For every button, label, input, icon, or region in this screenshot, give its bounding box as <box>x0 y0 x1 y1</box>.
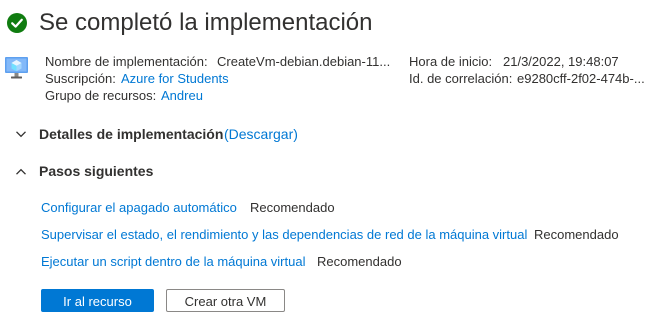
virtual-machine-icon <box>5 57 28 79</box>
subscription-label: Suscripción: <box>45 71 116 86</box>
resource-group-link[interactable]: Andreu <box>161 87 203 104</box>
correlation-id-value: e9280cff-2f02-474b-... <box>517 71 645 86</box>
chevron-up-icon[interactable] <box>15 166 27 178</box>
start-time-value: 21/3/2022, 19:48:07 <box>503 54 619 69</box>
download-link[interactable]: (Descargar) <box>224 126 298 143</box>
deployment-name-label: Nombre de implementación: <box>45 54 208 69</box>
start-time-label: Hora de inicio: <box>409 54 493 69</box>
recommended-badge: Recomendado <box>534 227 619 242</box>
deployment-details-toggle[interactable]: Detalles de implementación <box>39 125 223 143</box>
deployment-name-value: CreateVm-debian.debian-11... <box>217 54 391 69</box>
next-steps-toggle[interactable]: Pasos siguientes <box>39 162 153 180</box>
check-circle-icon <box>7 13 27 33</box>
next-step-link-auto-shutdown[interactable]: Configurar el apagado automático <box>41 199 237 216</box>
resource-group-label: Grupo de recursos: <box>45 88 157 103</box>
next-step-link-monitor[interactable]: Supervisar el estado, el rendimiento y l… <box>41 226 527 243</box>
recommended-badge: Recomendado <box>317 254 402 269</box>
next-step-link-run-script[interactable]: Ejecutar un script dentro de la máquina … <box>41 253 305 270</box>
recommended-badge: Recomendado <box>250 200 335 215</box>
page-title: Se completó la implementación <box>39 9 373 36</box>
subscription-link[interactable]: Azure for Students <box>121 70 229 87</box>
chevron-down-icon[interactable] <box>15 128 27 140</box>
create-another-vm-button[interactable]: Crear otra VM <box>166 289 285 312</box>
correlation-id-label: Id. de correlación: <box>409 71 513 86</box>
go-to-resource-button[interactable]: Ir al recurso <box>41 289 154 312</box>
